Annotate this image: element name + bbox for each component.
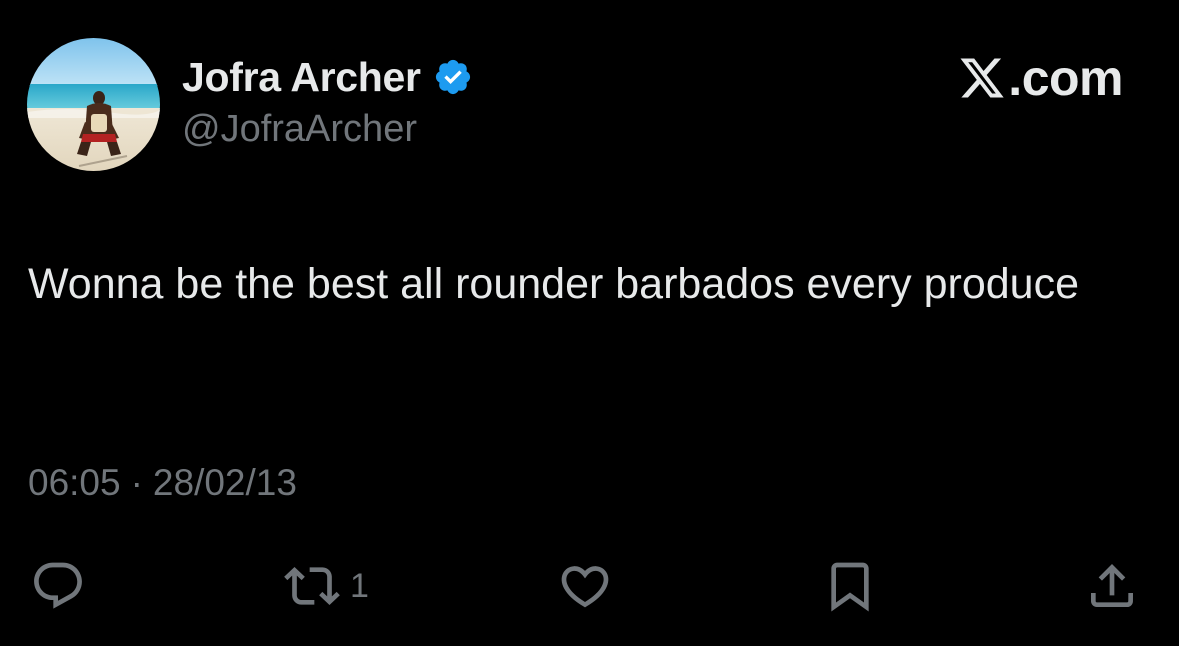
verified-badge-icon [435,59,470,95]
retweet-count: 1 [350,566,369,605]
tweet-timestamp[interactable]: 06:05 · 28/02/13 [28,462,297,504]
beach-photo-avatar-icon [27,38,160,171]
author-display-name[interactable]: Jofra Archer [182,54,421,101]
bookmark-icon [831,562,869,612]
retweet-button[interactable]: 1 [284,556,369,616]
retweet-icon [284,567,340,605]
tweet-card: Jofra Archer @JofraArcher .com Wonna be … [0,0,1179,646]
author-name-row: Jofra Archer [182,52,473,102]
author-handle[interactable]: @JofraArcher [182,108,417,151]
meta-separator: · [130,462,143,503]
brand-text: .com [1008,50,1123,106]
x-logo-icon [960,58,1004,98]
share-icon [1091,564,1133,607]
action-bar: 1 [0,556,1179,616]
tweet-text: Wonna be the best all rounder barbados e… [28,260,1080,308]
like-button[interactable] [557,556,613,616]
brand-watermark: .com [958,50,1123,106]
reply-button[interactable] [30,556,86,616]
reply-icon [34,562,82,609]
tweet-date: 28/02/13 [152,462,297,503]
share-button[interactable] [1084,556,1140,616]
heart-icon [561,566,609,608]
bookmark-button[interactable] [822,556,878,616]
avatar[interactable] [27,38,160,171]
tweet-time: 06:05 [28,462,121,503]
